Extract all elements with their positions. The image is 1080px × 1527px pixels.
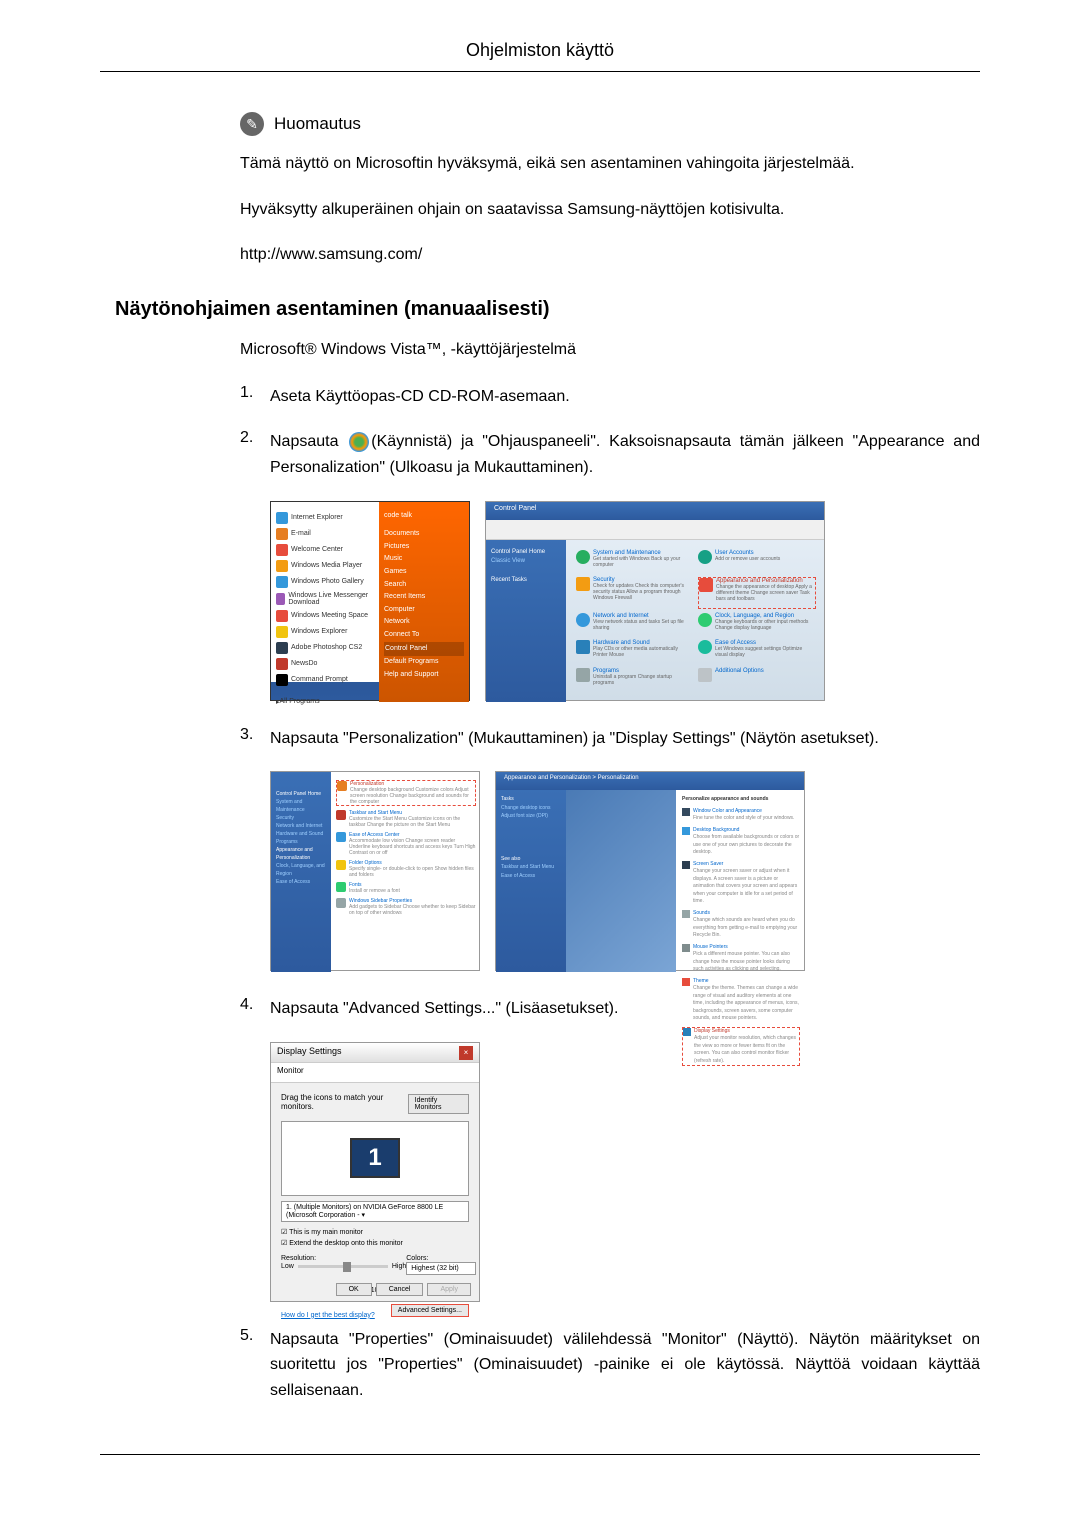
notice-line-2: Hyväksytty alkuperäinen ohjain on saatav… xyxy=(240,197,980,223)
notice-section: Huomautus Tämä näyttö on Microsoftin hyv… xyxy=(240,112,980,268)
screenshot-step3: Control Panel Home System and Maintenanc… xyxy=(270,771,980,971)
step-number: 3. xyxy=(240,726,270,744)
advanced-settings-btn: Advanced Settings... xyxy=(391,1304,469,1317)
step-4: 4. Napsauta "Advanced Settings..." (Lisä… xyxy=(240,996,980,1022)
steps-list-cont2: 4. Napsauta "Advanced Settings..." (Lisä… xyxy=(240,996,980,1022)
step-number: 1. xyxy=(240,384,270,402)
bottom-divider xyxy=(100,1454,980,1455)
screenshot-step2: Internet Explorer E-mail Welcome Center … xyxy=(270,501,980,701)
apply-btn: Apply xyxy=(427,1283,471,1296)
step-text: Aseta Käyttöopas-CD CD-ROM-asemaan. xyxy=(270,384,980,410)
start-orb-icon xyxy=(349,432,369,452)
settings-sidebar: Tasks Change desktop icons Adjust font s… xyxy=(496,790,566,972)
step-number: 4. xyxy=(240,996,270,1014)
start-menu-right: code talk Documents Pictures Music Games… xyxy=(379,502,469,702)
step-5: 5. Napsauta "Properties" (Ominaisuudet) … xyxy=(240,1327,980,1404)
monitor-icon: 1 xyxy=(350,1138,400,1178)
pers-sidebar: Control Panel Home System and Maintenanc… xyxy=(271,772,331,972)
step-number: 2. xyxy=(240,429,270,447)
step-1: 1. Aseta Käyttöopas-CD CD-ROM-asemaan. xyxy=(240,384,980,410)
step-number: 5. xyxy=(240,1327,270,1345)
screenshot-step4: Display Settings × Monitor Drag the icon… xyxy=(270,1042,980,1302)
ds-footer: OK Cancel Apply xyxy=(336,1283,471,1296)
settings-panel-list: Personalize appearance and sounds Window… xyxy=(676,790,806,972)
cancel-btn: Cancel xyxy=(376,1283,424,1296)
ds-titlebar: Display Settings × xyxy=(271,1043,479,1063)
colors-dropdown: Highest (32 bit) xyxy=(406,1262,476,1275)
step-text: Napsauta "Advanced Settings..." (Lisäase… xyxy=(270,996,980,1022)
start-menu-left: Internet Explorer E-mail Welcome Center … xyxy=(271,502,381,682)
page-title: Ohjelmiston käyttö xyxy=(100,40,980,61)
notice-line-1: Tämä näyttö on Microsoftin hyväksymä, ei… xyxy=(240,151,980,177)
start-menu-mock: Internet Explorer E-mail Welcome Center … xyxy=(270,501,470,701)
cp-sidebar: Control Panel Home Classic View Recent T… xyxy=(486,540,566,702)
identify-monitors-btn: Identify Monitors xyxy=(408,1094,469,1114)
step-2: 2. Napsauta (Käynnistä) ja "Ohjauspaneel… xyxy=(240,429,980,480)
cp-main: System and MaintenanceGet started with W… xyxy=(566,540,826,702)
pencil-icon xyxy=(240,112,264,136)
ds-tab: Monitor xyxy=(271,1063,479,1083)
check-extend: ☑ Extend the desktop onto this monitor xyxy=(281,1239,469,1247)
step-3: 3. Napsauta "Personalization" (Mukauttam… xyxy=(240,726,980,752)
top-divider xyxy=(100,71,980,72)
close-icon: × xyxy=(459,1046,473,1060)
check-main-monitor: ☑ This is my main monitor xyxy=(281,1228,469,1236)
notice-line-3: http://www.samsung.com/ xyxy=(240,242,980,268)
step-text: Napsauta (Käynnistä) ja "Ohjauspaneeli".… xyxy=(270,429,980,480)
display-settings-mock: Display Settings × Monitor Drag the icon… xyxy=(270,1042,480,1302)
os-line: Microsoft® Windows Vista™, -käyttöjärjes… xyxy=(240,341,980,359)
monitor-dropdown: 1. (Multiple Monitors) on NVIDIA GeForce… xyxy=(281,1201,469,1222)
appearance-personalization-mock: Control Panel Home System and Maintenanc… xyxy=(270,771,480,971)
section-heading: Näytönohjaimen asentaminen (manuaalisest… xyxy=(115,298,980,321)
control-panel-mock: Control Panel Control Panel Home Classic… xyxy=(485,501,825,701)
step-text: Napsauta "Personalization" (Mukauttamine… xyxy=(270,726,980,752)
step-text: Napsauta "Properties" (Ominaisuudet) väl… xyxy=(270,1327,980,1404)
ds-drag-text: Drag the icons to match your monitors. xyxy=(281,1093,408,1111)
settings-titlebar: Appearance and Personalization > Persona… xyxy=(496,772,804,790)
cp-toolbar xyxy=(486,520,824,540)
steps-list-cont: 3. Napsauta "Personalization" (Mukauttam… xyxy=(240,726,980,752)
notice-header: Huomautus xyxy=(240,112,980,136)
settings-preview xyxy=(566,790,676,972)
pers-main: PersonalizationChange desktop background… xyxy=(331,772,481,972)
steps-list-cont3: 5. Napsauta "Properties" (Ominaisuudet) … xyxy=(240,1327,980,1404)
notice-title: Huomautus xyxy=(274,114,361,134)
monitor-preview: 1 xyxy=(281,1121,469,1196)
ok-btn: OK xyxy=(336,1283,372,1296)
cp-titlebar: Control Panel xyxy=(486,502,824,520)
steps-list: 1. Aseta Käyttöopas-CD CD-ROM-asemaan. 2… xyxy=(240,384,980,481)
resolution-slider xyxy=(298,1265,388,1268)
help-link: How do I get the best display? xyxy=(281,1312,375,1319)
personalization-settings-mock: Appearance and Personalization > Persona… xyxy=(495,771,805,971)
